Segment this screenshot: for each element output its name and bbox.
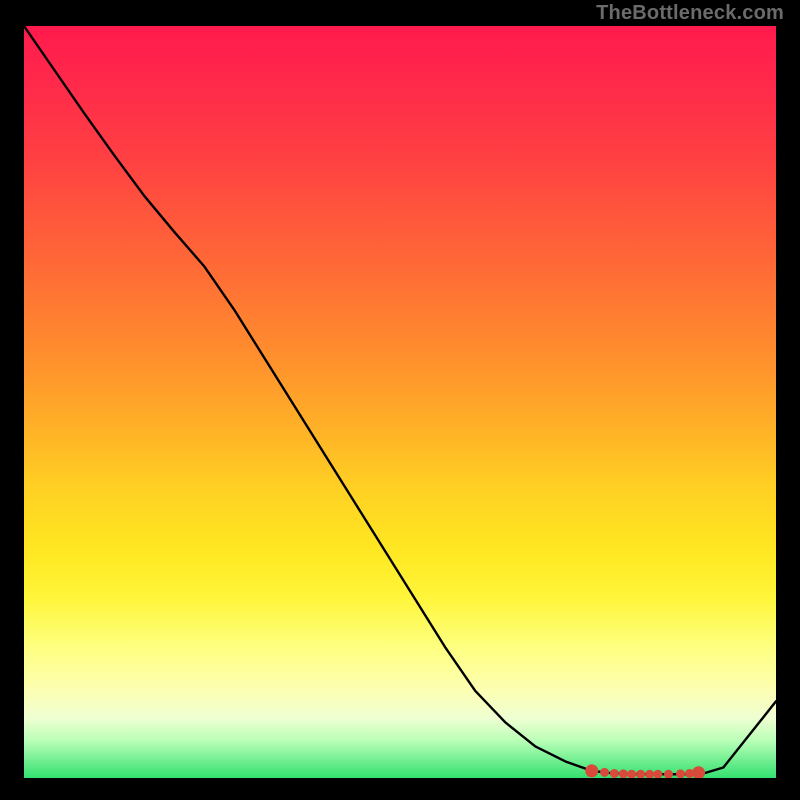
attribution-text: TheBottleneck.com <box>596 2 784 25</box>
chart-frame: TheBottleneck.com <box>0 0 800 800</box>
data-marker <box>619 770 627 778</box>
plot-svg <box>24 26 776 778</box>
line-series <box>24 26 776 774</box>
data-marker <box>628 770 636 778</box>
data-marker <box>646 770 654 778</box>
data-marker <box>610 769 618 777</box>
plot-area <box>24 26 776 778</box>
data-marker <box>677 770 685 778</box>
data-marker <box>664 770 672 778</box>
marker-cluster <box>586 765 705 778</box>
data-marker <box>693 767 705 778</box>
data-marker <box>637 770 645 778</box>
data-marker <box>586 765 598 777</box>
data-marker <box>654 770 662 778</box>
data-marker <box>601 768 609 776</box>
